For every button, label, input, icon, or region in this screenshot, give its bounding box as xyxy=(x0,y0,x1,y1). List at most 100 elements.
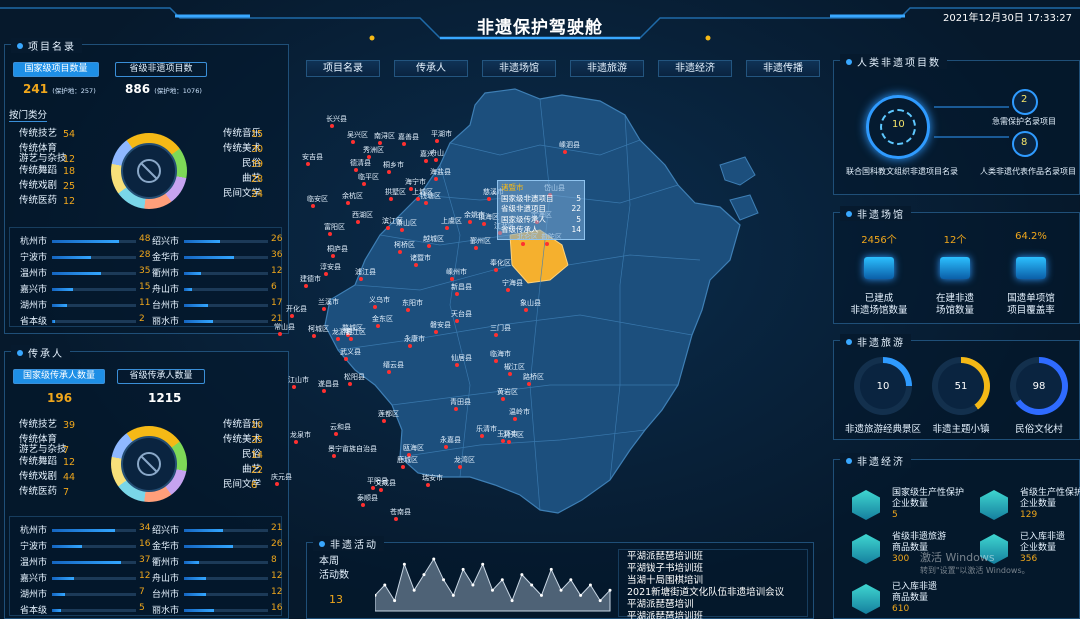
nav-venue[interactable]: 非遗场馆 xyxy=(482,60,556,77)
map-label[interactable]: 桐庐县 xyxy=(327,244,348,254)
map-marker[interactable] xyxy=(501,397,505,401)
map-marker[interactable] xyxy=(434,177,438,181)
map-label[interactable]: 嵊泗县 xyxy=(559,140,580,150)
map-label[interactable]: 奉化区 xyxy=(490,258,511,268)
map-label[interactable]: 柯桥区 xyxy=(394,240,415,250)
map-marker[interactable] xyxy=(324,272,328,276)
map-marker[interactable] xyxy=(402,142,406,146)
map-label[interactable]: 磐安县 xyxy=(430,320,451,330)
map-label[interactable]: 舟山 xyxy=(430,148,444,158)
map-marker[interactable] xyxy=(336,337,340,341)
map-label[interactable]: 三门县 xyxy=(490,323,511,333)
map-label[interactable]: 兰溪市 xyxy=(318,297,339,307)
map-marker[interactable] xyxy=(458,465,462,469)
map-label[interactable]: 泰顺县 xyxy=(357,493,378,503)
map-marker[interactable] xyxy=(398,250,402,254)
map-label[interactable]: 武义县 xyxy=(340,347,361,357)
map-marker[interactable] xyxy=(482,222,486,226)
map-marker[interactable] xyxy=(435,139,439,143)
map-marker[interactable] xyxy=(348,382,352,386)
map-label[interactable]: 金东区 xyxy=(372,314,393,324)
map-marker[interactable] xyxy=(356,220,360,224)
map-marker[interactable] xyxy=(330,124,334,128)
map-marker[interactable] xyxy=(506,288,510,292)
map-marker[interactable] xyxy=(508,372,512,376)
map-label[interactable]: 庆元县 xyxy=(271,472,292,482)
map-marker[interactable] xyxy=(362,182,366,186)
map-label[interactable]: 富阳区 xyxy=(324,222,345,232)
map-label[interactable]: 浦江县 xyxy=(355,267,376,277)
map-marker[interactable] xyxy=(401,465,405,469)
map-label[interactable]: 青田县 xyxy=(450,397,471,407)
map-marker[interactable] xyxy=(334,432,338,436)
map-label[interactable]: 柯城区 xyxy=(308,324,329,334)
tab-national-inheritor[interactable]: 国家级传承人数量 xyxy=(13,369,105,384)
map-marker[interactable] xyxy=(292,385,296,389)
map-label[interactable]: 宁海县 xyxy=(502,278,523,288)
map-marker[interactable] xyxy=(406,308,410,312)
map-label[interactable]: 开化县 xyxy=(286,304,307,314)
map-marker[interactable] xyxy=(444,445,448,449)
map-label[interactable]: 乐清市 xyxy=(476,424,497,434)
map-label[interactable]: 龙泉市 xyxy=(290,430,311,440)
map-marker[interactable] xyxy=(455,319,459,323)
map-label[interactable]: 余杭区 xyxy=(342,191,363,201)
map-marker[interactable] xyxy=(394,517,398,521)
map-label[interactable]: 江山市 xyxy=(288,375,309,385)
map-marker[interactable] xyxy=(434,158,438,162)
activity-item[interactable]: 平湖派琵琶培训班 xyxy=(627,608,703,619)
map-marker[interactable] xyxy=(290,314,294,318)
nav-project-list[interactable]: 项目名录 xyxy=(306,60,380,77)
map-label[interactable]: 诸暨市 xyxy=(410,253,431,263)
map-marker[interactable] xyxy=(294,440,298,444)
map-marker[interactable] xyxy=(312,334,316,338)
map-marker[interactable] xyxy=(322,389,326,393)
map-marker[interactable] xyxy=(382,419,386,423)
tab-national-project[interactable]: 国家级项目数量 xyxy=(13,62,99,77)
map-marker[interactable] xyxy=(311,204,315,208)
map-marker[interactable] xyxy=(494,333,498,337)
map-label[interactable]: 秀洲区 xyxy=(363,145,384,155)
map-label[interactable]: 天台县 xyxy=(451,309,472,319)
map-label[interactable]: 吴兴区 xyxy=(347,130,368,140)
map-marker[interactable] xyxy=(427,244,431,248)
map-marker[interactable] xyxy=(346,201,350,205)
tab-provincial-project[interactable]: 省级非遗项目数 xyxy=(115,62,207,77)
map-label[interactable]: 常山县 xyxy=(274,322,295,332)
map-marker[interactable] xyxy=(328,232,332,236)
map-marker[interactable] xyxy=(304,284,308,288)
map-label[interactable]: 嵊州市 xyxy=(446,267,467,277)
map-label[interactable]: 海盐县 xyxy=(430,167,451,177)
map-marker[interactable] xyxy=(454,407,458,411)
map-label[interactable]: 安吉县 xyxy=(302,152,323,162)
map-label[interactable]: 东阳市 xyxy=(402,298,423,308)
map-marker[interactable] xyxy=(387,170,391,174)
map-label[interactable]: 松阳县 xyxy=(344,372,365,382)
nav-economy[interactable]: 非遗经济 xyxy=(658,60,732,77)
map-marker[interactable] xyxy=(379,488,383,492)
map-label[interactable]: 龙游县 xyxy=(332,327,353,337)
map-marker[interactable] xyxy=(408,344,412,348)
map-label[interactable]: 景宁畲族自治县 xyxy=(328,444,377,454)
map-marker[interactable] xyxy=(527,382,531,386)
map-marker[interactable] xyxy=(494,359,498,363)
map-marker[interactable] xyxy=(376,324,380,328)
map-marker[interactable] xyxy=(278,332,282,336)
map-label[interactable]: 鹿城区 xyxy=(397,455,418,465)
map-marker[interactable] xyxy=(545,242,549,246)
map-marker[interactable] xyxy=(455,363,459,367)
map-marker[interactable] xyxy=(426,483,430,487)
map-marker[interactable] xyxy=(521,242,525,246)
map-marker[interactable] xyxy=(513,417,517,421)
map-marker[interactable] xyxy=(331,254,335,258)
map-marker[interactable] xyxy=(322,307,326,311)
map-marker[interactable] xyxy=(474,246,478,250)
map-marker[interactable] xyxy=(373,305,377,309)
map-label[interactable]: 淳安县 xyxy=(320,262,341,272)
map-label[interactable]: 西湖区 xyxy=(352,210,373,220)
map-label[interactable]: 鄞州区 xyxy=(470,236,491,246)
map-marker[interactable] xyxy=(468,220,472,224)
map-label[interactable]: 文成县 xyxy=(375,478,396,488)
map-label[interactable]: 云和县 xyxy=(330,422,351,432)
map-label[interactable]: 桐乡市 xyxy=(383,160,404,170)
